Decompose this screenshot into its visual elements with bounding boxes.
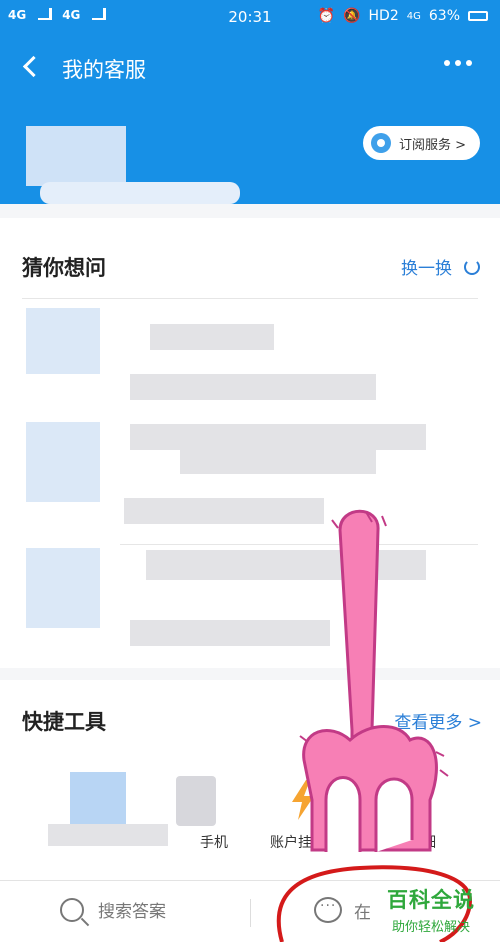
- blurred-question[interactable]: [146, 550, 426, 580]
- page-title: 我的客服: [62, 58, 146, 82]
- tool-label-account-loss[interactable]: 账户挂失: [270, 832, 326, 852]
- subscribe-service-button[interactable]: 订阅服务 >: [362, 126, 480, 160]
- divider: [22, 298, 478, 299]
- online-chat-tab[interactable]: 在: [314, 897, 371, 923]
- blurred-question[interactable]: [130, 424, 426, 450]
- user-banner: 订阅服务 >: [0, 104, 500, 204]
- subscribe-label: 订阅服务 >: [398, 137, 466, 153]
- divider: [120, 544, 478, 545]
- nav-bar: 我的客服: [0, 34, 500, 104]
- quick-tools-card: 快捷工具 查看更多 > 手机 账户挂失 余额宝明细: [0, 680, 500, 880]
- blurred-question[interactable]: [180, 448, 376, 474]
- dot-icon: [466, 60, 472, 66]
- watermark-sub-text: 助你轻松解决: [391, 920, 470, 935]
- blurred-tool-label: [48, 824, 168, 846]
- battery-label: 63%: [428, 8, 460, 24]
- alarm-icon: ⏰: [317, 8, 336, 24]
- battery-icon: [468, 11, 488, 21]
- blurred-question[interactable]: [130, 374, 376, 400]
- blurred-question[interactable]: [130, 620, 330, 646]
- yuebao-detail-icon: [388, 780, 416, 818]
- search-answer-label: 搜索答案: [98, 902, 166, 922]
- refresh-button[interactable]: 换一换: [401, 254, 480, 279]
- watermark-main-text: 百科全说: [387, 888, 475, 912]
- blurred-user-detail: [40, 182, 240, 204]
- guess-questions-card: 猜你想问 换一换: [0, 218, 500, 668]
- refresh-label: 换一换: [401, 259, 452, 279]
- mute-icon: 🔕: [343, 8, 361, 24]
- tool-label-phone[interactable]: 手机: [200, 832, 228, 852]
- dot-icon: [444, 60, 450, 66]
- bottom-divider: [250, 899, 251, 927]
- blurred-tool-icon: [70, 772, 126, 832]
- more-menu-button[interactable]: [444, 60, 478, 72]
- net-small-label: 4G: [406, 10, 421, 22]
- subscribe-icon: [370, 133, 391, 153]
- search-answer-tab[interactable]: 搜索答案: [60, 897, 166, 922]
- blurred-question[interactable]: [124, 498, 324, 524]
- blurred-user-name: [26, 126, 126, 186]
- section-title-tools: 快捷工具: [22, 710, 106, 734]
- blurred-question[interactable]: [150, 324, 274, 350]
- blurred-thumbnail: [26, 308, 100, 374]
- dot-icon: [455, 60, 461, 66]
- chevron-left-icon: [22, 55, 45, 78]
- watermark-logo: 百科全说 助你轻松解决: [372, 884, 490, 935]
- tool-label-yuebao-detail[interactable]: 余额宝明细: [366, 832, 436, 852]
- search-icon: [60, 897, 84, 922]
- chat-bubble-icon: [314, 897, 342, 923]
- status-bar: 4G 4G 20:31 ⏰ 🔕 HD2 4G 63%: [0, 0, 500, 34]
- view-more-link[interactable]: 查看更多 >: [394, 708, 482, 733]
- refresh-icon: [464, 258, 480, 275]
- section-title-guess: 猜你想问: [22, 256, 106, 280]
- status-icons: ⏰ 🔕 HD2 4G 63%: [318, 8, 488, 24]
- account-loss-icon: [292, 780, 314, 820]
- hd-label: HD2: [368, 8, 399, 24]
- chat-label: 在: [354, 902, 371, 923]
- back-button[interactable]: [18, 52, 48, 82]
- blurred-thumbnail: [26, 548, 100, 628]
- blurred-thumbnail: [26, 422, 100, 502]
- phone-tool-icon: [176, 776, 216, 826]
